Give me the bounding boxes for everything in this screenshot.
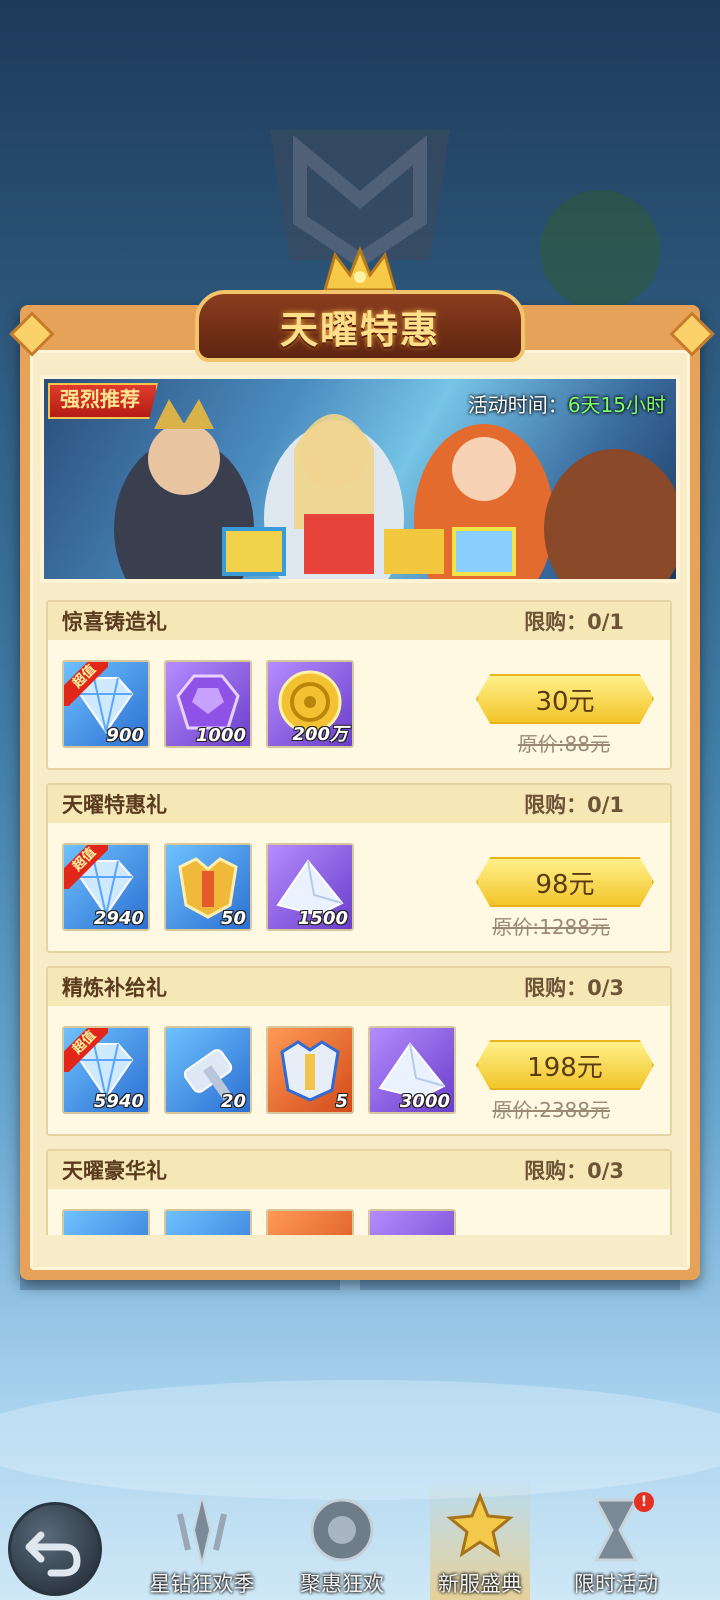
reward-item[interactable]: 5 (266, 1026, 354, 1114)
item-quantity: 5 (335, 1091, 348, 1112)
pack-card: 天曜豪华礼 限购：0/3 (46, 1149, 672, 1235)
item-quantity: 900 (106, 725, 144, 746)
event-time-value: 6天15小时 (567, 393, 666, 417)
pack-name: 精炼补给礼 (62, 976, 167, 1000)
pack-limit: 限购：0/1 (524, 793, 624, 817)
pack-header: 精炼补给礼 限购：0/3 (48, 968, 670, 1006)
nav-tab-new-server[interactable]: 新服盛典 (415, 1568, 545, 1598)
item-quantity: 2940 (93, 908, 144, 929)
pack-header: 天曜特惠礼 限购：0/1 (48, 785, 670, 823)
reward-item[interactable]: 50 (164, 843, 252, 931)
item-quantity: 200万 (292, 724, 348, 745)
reward-item[interactable]: 超值 2940 (62, 843, 150, 931)
original-price: 原价:2388元 (492, 1098, 610, 1122)
buy-button[interactable]: 98元 (476, 857, 654, 907)
reward-item[interactable] (266, 1209, 354, 1235)
reward-item[interactable] (62, 1209, 150, 1235)
hot-ribbon: 超值 (64, 662, 108, 706)
reward-item[interactable]: 20 (164, 1026, 252, 1114)
star-drill-icon (177, 1495, 227, 1565)
reward-item[interactable] (368, 1209, 456, 1235)
nav-tab-discount[interactable]: 聚惠狂欢 (277, 1568, 407, 1598)
hot-ribbon: 超值 (64, 845, 108, 889)
panel-title-plate: 天曜特惠 (195, 290, 525, 362)
notification-badge: ! (634, 1492, 654, 1512)
reward-item[interactable]: 1000 (164, 660, 252, 748)
item-quantity: 1000 (195, 725, 246, 746)
pack-card: 精炼补给礼 限购：0/3 超值 5940 20 5 3000 198元 原价:2… (46, 966, 672, 1136)
item-quantity: 1500 (297, 908, 348, 929)
nav-tab-limited-event[interactable]: 限时活动 (551, 1568, 681, 1598)
original-price: 原价:1288元 (492, 915, 610, 939)
hot-ribbon-label: 超值 (64, 845, 108, 889)
item-quantity: 5940 (93, 1091, 144, 1112)
pack-card: 惊喜铸造礼 限购：0/1 超值 900 1000 200万 30元 原价:88元 (46, 600, 672, 770)
panel-title: 天曜特惠 (279, 307, 440, 352)
reward-item[interactable] (164, 1209, 252, 1235)
event-time-label: 活动时间： (467, 393, 568, 417)
discount-icon (310, 1498, 374, 1562)
pack-name: 天曜豪华礼 (62, 1159, 167, 1183)
reward-item[interactable]: 超值 5940 (62, 1026, 150, 1114)
pack-name: 惊喜铸造礼 (62, 610, 167, 634)
nav-tab-star-drill[interactable]: 星钻狂欢季 (137, 1568, 267, 1598)
reward-item[interactable]: 3000 (368, 1026, 456, 1114)
pack-limit: 限购：0/1 (524, 610, 624, 634)
item-quantity: 50 (220, 908, 246, 929)
pack-limit: 限购：0/3 (524, 1159, 624, 1183)
reward-item[interactable]: 200万 (266, 660, 354, 748)
hot-ribbon-label: 超值 (64, 662, 108, 706)
crown-emblem-icon (323, 245, 397, 292)
hot-ribbon: 超值 (64, 1028, 108, 1072)
buy-button[interactable]: 30元 (476, 674, 654, 724)
pack-list[interactable]: 惊喜铸造礼 限购：0/1 超值 900 1000 200万 30元 原价:88元… (46, 600, 676, 1235)
reward-item[interactable]: 1500 (266, 843, 354, 931)
pack-limit: 限购：0/3 (524, 976, 624, 1000)
pack-header: 天曜豪华礼 限购：0/3 (48, 1151, 670, 1189)
recommend-tag: 强烈推荐 (48, 383, 158, 419)
pack-name: 天曜特惠礼 (62, 793, 167, 817)
item-quantity: 20 (220, 1091, 246, 1112)
buy-button[interactable]: 198元 (476, 1040, 654, 1090)
reward-item[interactable]: 超值 900 (62, 660, 150, 748)
hot-ribbon-label: 超值 (64, 1028, 108, 1072)
event-banner: 强烈推荐 活动时间：6天15小时 (40, 375, 680, 583)
item-quantity: 3000 (399, 1091, 450, 1112)
bottom-nav: 星钻狂欢季 聚惠狂欢 新服盛典 限时活动 (0, 1480, 720, 1600)
original-price: 原价:88元 (517, 732, 610, 756)
pack-header: 惊喜铸造礼 限购：0/1 (48, 602, 670, 640)
event-time: 活动时间：6天15小时 (468, 389, 666, 418)
pack-card: 天曜特惠礼 限购：0/1 超值 2940 50 1500 98元 原价:1288… (46, 783, 672, 953)
trophy-star-icon (446, 1491, 514, 1558)
